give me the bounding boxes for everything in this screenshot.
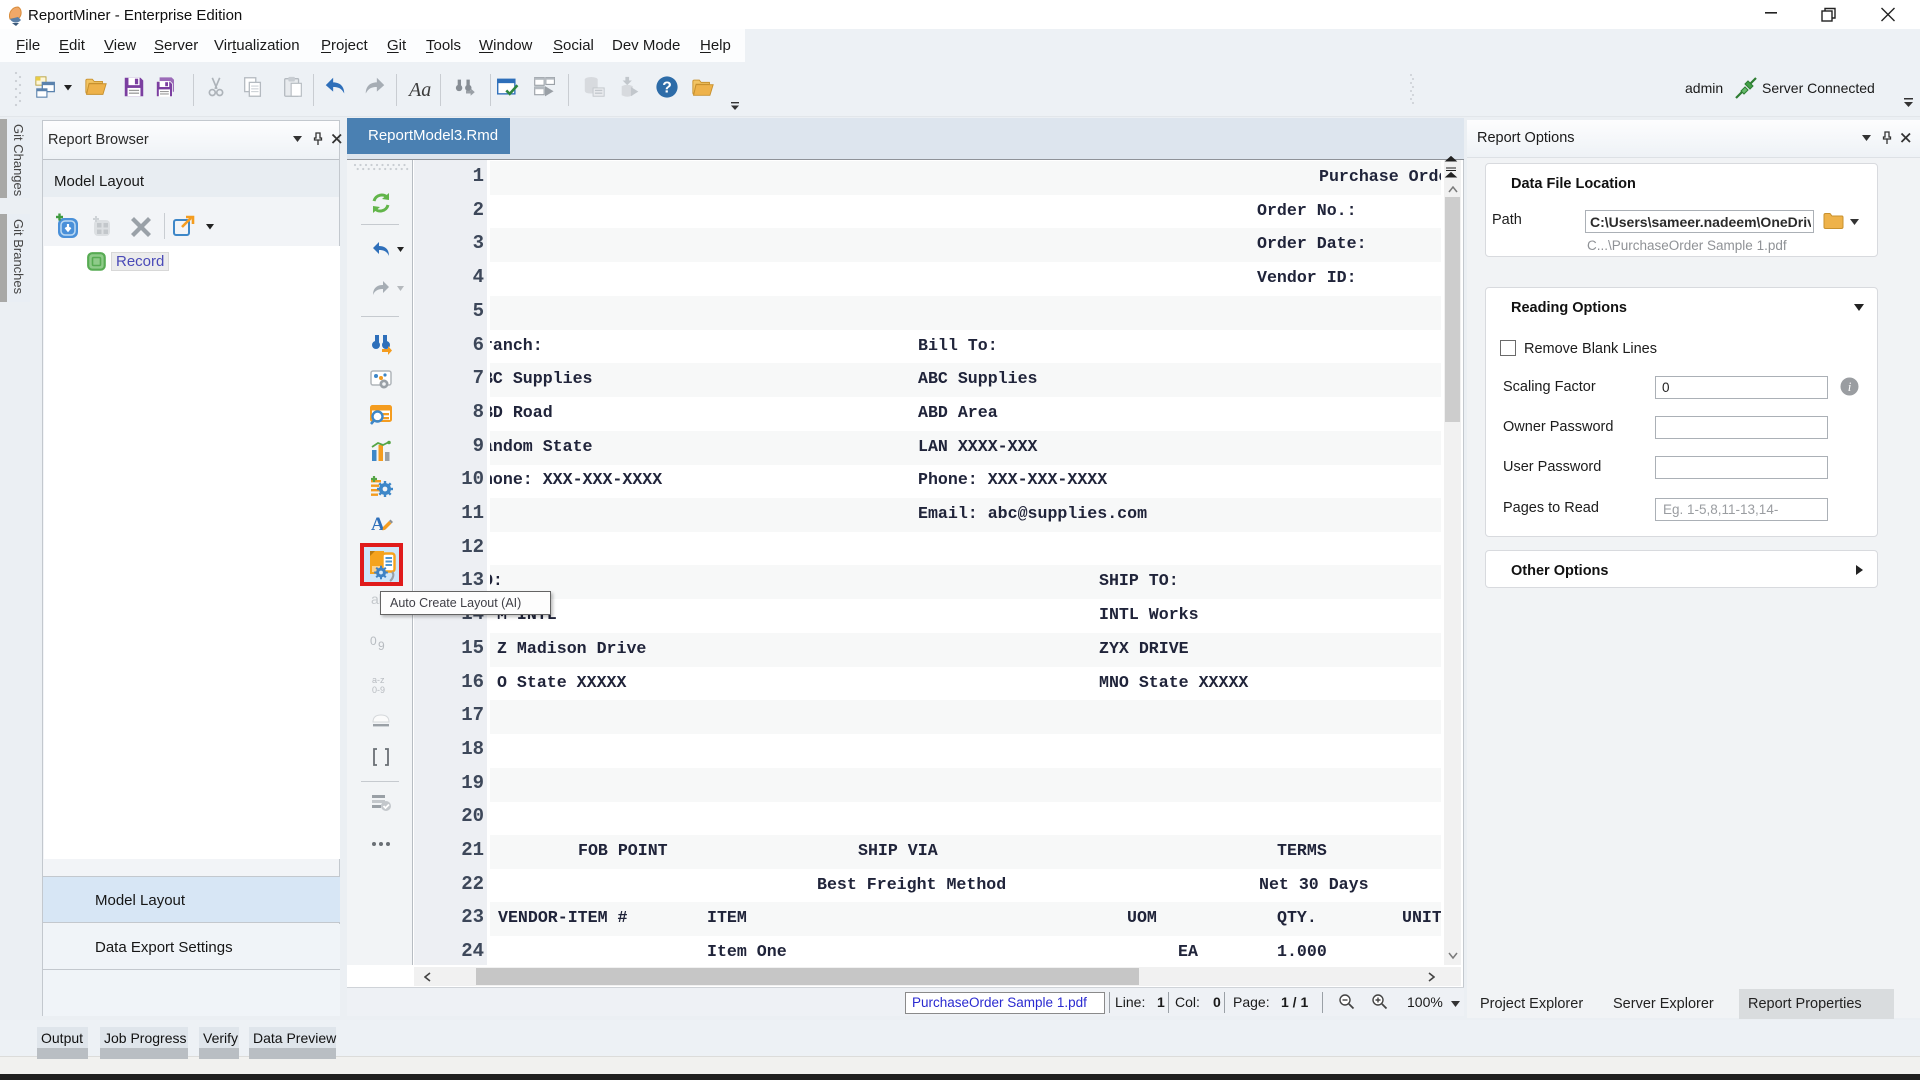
svg-text:9: 9	[378, 639, 385, 653]
svg-text:0-9: 0-9	[372, 685, 385, 695]
svg-text:i: i	[1848, 379, 1852, 394]
svg-text:0: 0	[370, 634, 377, 648]
svg-text:?: ?	[662, 80, 672, 97]
svg-text:A: A	[371, 514, 385, 535]
svg-text:a-z: a-z	[372, 675, 385, 685]
